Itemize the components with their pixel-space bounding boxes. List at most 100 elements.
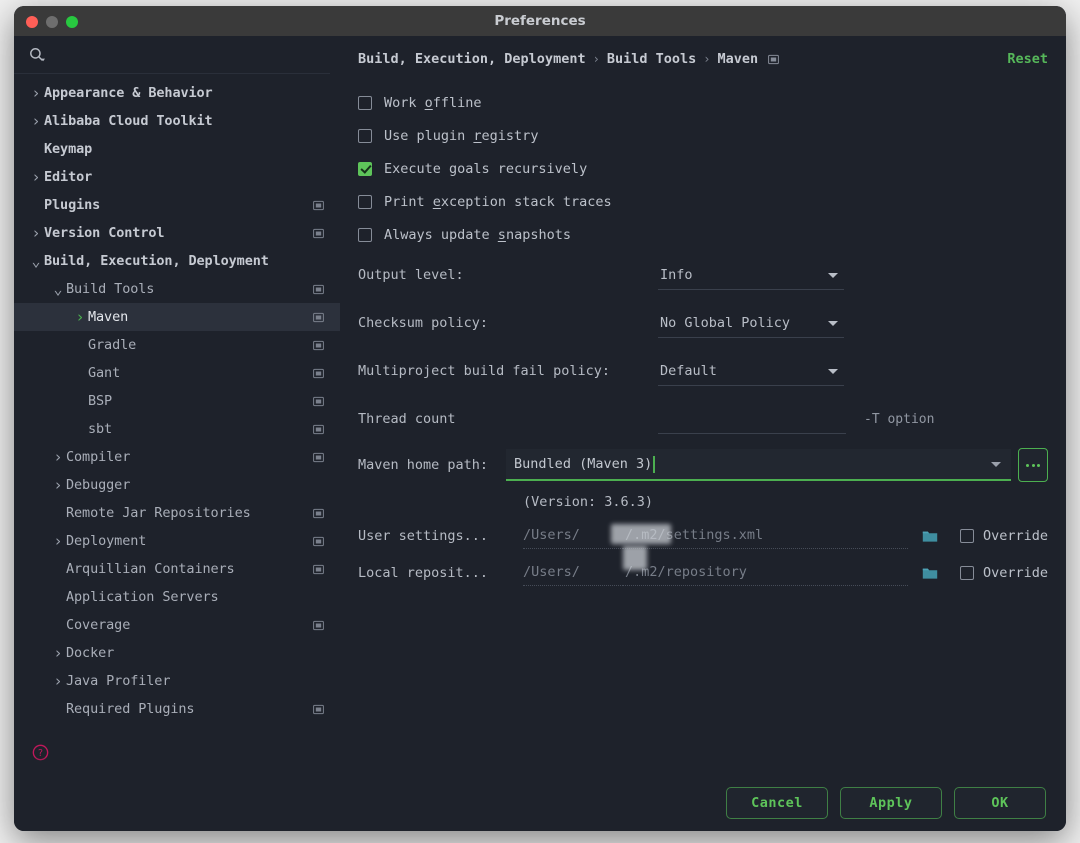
chevron-right-icon[interactable]: › xyxy=(28,86,44,101)
local-repository-override-checkbox[interactable] xyxy=(960,566,974,580)
chevron-right-icon[interactable]: › xyxy=(28,114,44,129)
sidebar-item-required-plugins[interactable]: Required Plugins xyxy=(14,695,340,723)
sidebar-item-build-tools[interactable]: ⌄Build Tools xyxy=(14,275,340,303)
project-scope-icon[interactable] xyxy=(313,536,324,547)
reset-link[interactable]: Reset xyxy=(1007,51,1048,67)
project-scope-icon[interactable] xyxy=(313,452,324,463)
output-level-dropdown[interactable]: Info xyxy=(658,260,844,290)
project-scope-icon[interactable] xyxy=(313,508,324,519)
project-scope-icon[interactable] xyxy=(313,340,324,351)
project-scope-icon[interactable] xyxy=(313,228,324,239)
sidebar-item-label: Application Servers xyxy=(66,589,219,605)
project-scope-icon[interactable] xyxy=(313,564,324,575)
sidebar-item-gradle[interactable]: Gradle xyxy=(14,331,340,359)
local-repository-override[interactable]: Override xyxy=(960,565,1048,581)
user-settings-override-checkbox[interactable] xyxy=(960,529,974,543)
chevron-right-icon[interactable]: › xyxy=(50,646,66,661)
chevron-down-icon[interactable]: ⌄ xyxy=(50,285,66,293)
sidebar-item-label: Gradle xyxy=(88,337,136,353)
project-scope-icon[interactable] xyxy=(313,368,324,379)
multiproject-policy-dropdown[interactable]: Default xyxy=(658,356,844,386)
search-input[interactable] xyxy=(46,47,330,62)
chevron-right-icon[interactable]: › xyxy=(50,478,66,493)
sidebar-item-application-servers[interactable]: Application Servers xyxy=(14,583,340,611)
sidebar-item-sbt[interactable]: sbt xyxy=(14,415,340,443)
sidebar-item-plugins[interactable]: Plugins xyxy=(14,191,340,219)
chevron-down-icon[interactable]: ⌄ xyxy=(28,257,44,265)
sidebar-item-docker[interactable]: ›Docker xyxy=(14,639,340,667)
project-scope-icon[interactable] xyxy=(768,54,779,65)
breadcrumb-part-2[interactable]: Maven xyxy=(717,51,758,67)
sidebar-item-version-control[interactable]: ›Version Control xyxy=(14,219,340,247)
user-settings-override[interactable]: Override xyxy=(960,528,1048,544)
user-settings-path-field[interactable]: /Users/ /.m2/settings.xml xyxy=(523,523,908,549)
checkbox-row-work-offline[interactable]: Work offline xyxy=(358,86,1048,119)
checkbox-use-plugin-registry[interactable] xyxy=(358,129,372,143)
maven-home-path-combo[interactable]: Bundled (Maven 3) xyxy=(506,449,1011,481)
close-window-button[interactable] xyxy=(26,16,38,28)
preferences-window: Preferences ›Appearance & Behavior›Aliba… xyxy=(14,6,1066,831)
sidebar-item-maven[interactable]: ›Maven xyxy=(14,303,340,331)
checkbox-always-update-snapshots[interactable] xyxy=(358,228,372,242)
cancel-button[interactable]: Cancel xyxy=(726,787,828,819)
breadcrumb-part-1[interactable]: Build Tools xyxy=(607,51,696,67)
sidebar-item-build-execution-deployment[interactable]: ⌄Build, Execution, Deployment xyxy=(14,247,340,275)
ok-button[interactable]: OK xyxy=(954,787,1046,819)
help-circle-icon[interactable]: ? xyxy=(32,744,49,761)
apply-button[interactable]: Apply xyxy=(840,787,942,819)
thread-count-input[interactable] xyxy=(658,404,846,434)
chevron-down-icon xyxy=(828,321,838,326)
ellipsis-dot xyxy=(1037,464,1040,467)
folder-icon[interactable] xyxy=(922,566,938,580)
chevron-right-icon[interactable]: › xyxy=(28,170,44,185)
project-scope-icon[interactable] xyxy=(313,396,324,407)
checkbox-row-always-update-snapshots[interactable]: Always update snapshots xyxy=(358,218,1048,251)
checkbox-row-execute-goals-recursively[interactable]: Execute goals recursively xyxy=(358,152,1048,185)
checkbox-row-use-plugin-registry[interactable]: Use plugin registry xyxy=(358,119,1048,152)
project-scope-icon[interactable] xyxy=(313,620,324,631)
sidebar-item-alibaba-cloud-toolkit[interactable]: ›Alibaba Cloud Toolkit xyxy=(14,107,340,135)
folder-icon[interactable] xyxy=(922,529,938,543)
checkbox-row-print-exception-stack-traces[interactable]: Print exception stack traces xyxy=(358,185,1048,218)
minimize-window-button[interactable] xyxy=(46,16,58,28)
checksum-policy-dropdown[interactable]: No Global Policy xyxy=(658,308,844,338)
sidebar-item-editor[interactable]: ›Editor xyxy=(14,163,340,191)
chevron-right-icon[interactable]: › xyxy=(28,226,44,241)
chevron-right-icon[interactable]: › xyxy=(72,310,88,325)
chevron-right-icon[interactable]: › xyxy=(50,674,66,689)
sidebar-item-gant[interactable]: Gant xyxy=(14,359,340,387)
chevron-right-icon[interactable]: › xyxy=(50,450,66,465)
chevron-right-icon[interactable]: › xyxy=(50,534,66,549)
local-repository-label: Local reposit... xyxy=(358,565,523,581)
project-scope-icon[interactable] xyxy=(313,200,324,211)
search-icon[interactable] xyxy=(28,46,46,64)
browse-maven-home-button[interactable] xyxy=(1018,448,1048,482)
project-scope-icon[interactable] xyxy=(313,424,324,435)
thread-count-label: Thread count xyxy=(358,411,658,427)
sidebar-item-keymap[interactable]: Keymap xyxy=(14,135,340,163)
sidebar-item-deployment[interactable]: ›Deployment xyxy=(14,527,340,555)
checkbox-work-offline[interactable] xyxy=(358,96,372,110)
checkbox-print-exception-stack-traces[interactable] xyxy=(358,195,372,209)
window-body: ›Appearance & Behavior›Alibaba Cloud Too… xyxy=(14,36,1066,775)
settings-tree[interactable]: ›Appearance & Behavior›Alibaba Cloud Too… xyxy=(14,74,340,729)
sidebar-item-coverage[interactable]: Coverage xyxy=(14,611,340,639)
sidebar-item-label: BSP xyxy=(88,393,112,409)
sidebar-item-debugger[interactable]: ›Debugger xyxy=(14,471,340,499)
chevron-down-icon[interactable] xyxy=(991,462,1001,467)
sidebar-item-run-targets[interactable]: Run Targets xyxy=(14,723,340,729)
local-repository-path-field[interactable]: /Users/ /.m2/repository xyxy=(523,560,908,586)
sidebar-item-compiler[interactable]: ›Compiler xyxy=(14,443,340,471)
breadcrumb-part-0[interactable]: Build, Execution, Deployment xyxy=(358,51,586,67)
project-scope-icon[interactable] xyxy=(313,312,324,323)
project-scope-icon[interactable] xyxy=(313,704,324,715)
user-settings-row: User settings... /Users/ /.m2/settings.x… xyxy=(358,517,1048,554)
zoom-window-button[interactable] xyxy=(66,16,78,28)
sidebar-item-java-profiler[interactable]: ›Java Profiler xyxy=(14,667,340,695)
project-scope-icon[interactable] xyxy=(313,284,324,295)
sidebar-item-arquillian-containers[interactable]: Arquillian Containers xyxy=(14,555,340,583)
sidebar-item-remote-jar-repositories[interactable]: Remote Jar Repositories xyxy=(14,499,340,527)
sidebar-item-appearance-behavior[interactable]: ›Appearance & Behavior xyxy=(14,79,340,107)
checkbox-execute-goals-recursively[interactable] xyxy=(358,162,372,176)
sidebar-item-bsp[interactable]: BSP xyxy=(14,387,340,415)
